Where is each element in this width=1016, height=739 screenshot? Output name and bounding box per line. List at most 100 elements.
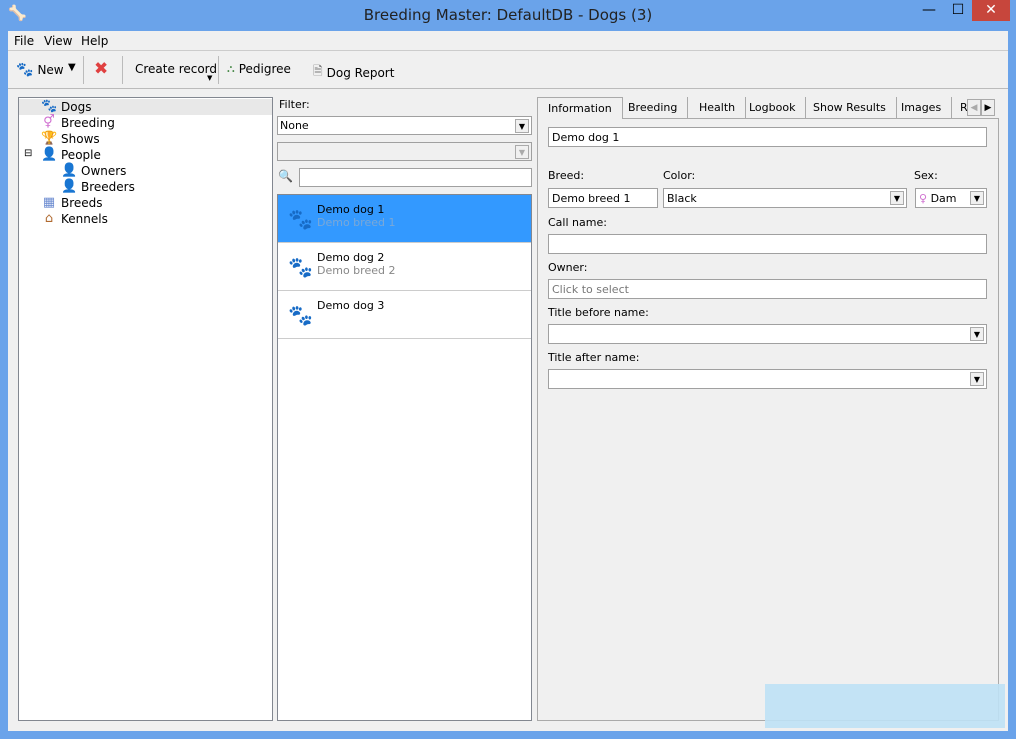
menu-file[interactable]: File — [14, 34, 34, 48]
tab-show-results[interactable]: Show Results — [803, 97, 897, 118]
window-title: Breeding Master: DefaultDB - Dogs (3) — [363, 6, 653, 24]
paw-icon: 🐾 — [41, 99, 58, 114]
color-label: Color: — [663, 169, 696, 182]
female-icon: ♀ — [919, 192, 928, 205]
dog-breed: Demo breed 1 — [317, 216, 396, 229]
tab-health[interactable]: Health — [689, 97, 747, 118]
chevron-down-icon: ▼ — [515, 145, 529, 159]
tab-information[interactable]: Information — [537, 97, 623, 119]
tab-images[interactable]: Images — [891, 97, 953, 118]
dog-report-label: Dog Report — [326, 65, 395, 80]
create-record-button[interactable]: Create record — [135, 62, 217, 76]
paw-icon: 🐾 — [288, 255, 313, 279]
tree-label: Dogs — [61, 100, 92, 114]
dog-list: 🐾 Demo dog 1 Demo breed 1 🐾 Demo dog 2 Demo … — [277, 194, 532, 721]
tree-label: Breeding — [61, 116, 115, 130]
dog-name: Demo dog 3 — [317, 299, 385, 312]
new-dropdown-arrow-icon[interactable]: ▼ — [68, 62, 76, 73]
house-icon: ⌂ — [44, 211, 54, 226]
breed-input[interactable]: Demo breed 1 — [548, 188, 658, 208]
tree-label: Owners — [81, 164, 127, 178]
tree-item-breeding[interactable]: ⚥ Breeding — [41, 115, 115, 131]
filter-select[interactable]: None ▼ — [277, 116, 532, 135]
menu-bar: File View Help — [8, 31, 1008, 51]
call-name-input[interactable] — [548, 234, 987, 254]
close-button[interactable]: ✕ — [972, 0, 1010, 21]
title-after-select[interactable]: ▼ — [548, 369, 987, 389]
document-icon: 🗎 — [313, 64, 323, 78]
trophy-icon: 🏆 — [41, 131, 58, 146]
collapse-icon[interactable]: ⊟ — [24, 148, 32, 159]
tree-label: Kennels — [61, 212, 108, 226]
list-item[interactable]: 🐾 Demo dog 2 Demo breed 2 — [278, 243, 531, 291]
tree-label: Shows — [61, 132, 100, 146]
menu-view[interactable]: View — [44, 34, 72, 48]
dog-breed: Demo breed 2 — [317, 264, 396, 277]
tree-item-kennels[interactable]: ⌂ Kennels — [41, 211, 108, 227]
owner-label: Owner: — [548, 261, 588, 274]
paw-icon: 🐾 — [16, 62, 34, 78]
tab-scroll-right-icon[interactable]: ▶ — [981, 99, 995, 116]
tab-scroll-left-icon[interactable]: ◀ — [967, 99, 981, 116]
menu-help[interactable]: Help — [81, 34, 108, 48]
maximize-button[interactable]: ☐ — [944, 0, 972, 21]
chevron-down-icon: ▼ — [970, 327, 984, 341]
chevron-down-icon[interactable]: ▼ — [207, 74, 212, 82]
title-bar: 🦴 Breeding Master: DefaultDB - Dogs (3) … — [0, 0, 1016, 31]
search-input[interactable] — [299, 168, 532, 187]
new-button[interactable]: 🐾 New — [16, 62, 64, 78]
pedigree-button[interactable]: ⛬ Pedigree — [227, 62, 291, 76]
breed-label: Breed: — [548, 169, 585, 182]
chevron-down-icon: ▼ — [970, 372, 984, 386]
tree-item-breeds[interactable]: ▦ Breeds — [41, 195, 103, 211]
title-after-label: Title after name: — [548, 351, 640, 364]
dog-report-button[interactable]: 🗎 Dog Report — [313, 62, 394, 83]
tab-panel — [537, 118, 999, 721]
separator — [83, 56, 84, 84]
filter-subselect[interactable]: ▼ — [277, 142, 532, 161]
title-before-select[interactable]: ▼ — [548, 324, 987, 344]
tree-item-breeders[interactable]: 👤 Breeders — [61, 179, 135, 195]
tree-label: People — [61, 148, 101, 162]
tree-label: Breeds — [61, 196, 103, 210]
call-name-label: Call name: — [548, 216, 607, 229]
list-item[interactable]: 🐾 Demo dog 1 Demo breed 1 — [278, 195, 531, 243]
person-icon: 👤 — [61, 163, 78, 178]
person-icon: 👤 — [41, 147, 58, 162]
search-icon: 🔍 — [278, 169, 293, 183]
minimize-button[interactable]: — — [914, 0, 944, 21]
owner-input[interactable]: Click to select — [548, 279, 987, 299]
pedigree-label: Pedigree — [238, 62, 291, 76]
tree-item-people[interactable]: 👤 People — [41, 147, 101, 163]
tab-breeding[interactable]: Breeding — [618, 97, 689, 118]
sex-value: Dam — [930, 192, 957, 205]
tree-item-owners[interactable]: 👤 Owners — [61, 163, 126, 179]
tab-logbook[interactable]: Logbook — [739, 97, 807, 118]
chevron-down-icon: ▼ — [890, 191, 904, 205]
watermark-logo — [765, 684, 1005, 728]
client-area: File View Help 🐾 New ▼ ✖ Create record ▼ … — [8, 31, 1008, 731]
sex-select[interactable]: ♀ Dam ▼ — [915, 188, 987, 208]
title-before-label: Title before name: — [548, 306, 649, 319]
person-icon: 👤 — [61, 179, 78, 194]
list-item[interactable]: 🐾 Demo dog 3 — [278, 291, 531, 339]
chevron-down-icon: ▼ — [515, 119, 529, 133]
delete-icon[interactable]: ✖ — [94, 59, 108, 79]
separator — [122, 56, 123, 84]
filter-value: None — [280, 119, 309, 132]
dog-name: Demo dog 2 — [317, 251, 385, 264]
tree-item-shows[interactable]: 🏆 Shows — [41, 131, 100, 147]
dog-name-input[interactable]: Demo dog 1 — [548, 127, 987, 147]
color-select[interactable]: Black ▼ — [663, 188, 907, 208]
dog-name: Demo dog 1 — [317, 203, 385, 216]
pedigree-icon: ⛬ — [227, 62, 235, 75]
table-icon: ▦ — [42, 195, 56, 210]
create-record-label: Create record — [135, 62, 218, 76]
tree-item-dogs[interactable]: 🐾 Dogs — [41, 99, 91, 115]
color-value: Black — [667, 192, 697, 205]
tree-label: Breeders — [81, 180, 135, 194]
toolbar: 🐾 New ▼ ✖ Create record ▼ ⛬ Pedigree 🗎 Dog … — [8, 52, 1008, 89]
paw-icon: 🐾 — [288, 303, 313, 327]
separator — [218, 56, 219, 84]
chevron-down-icon: ▼ — [970, 191, 984, 205]
